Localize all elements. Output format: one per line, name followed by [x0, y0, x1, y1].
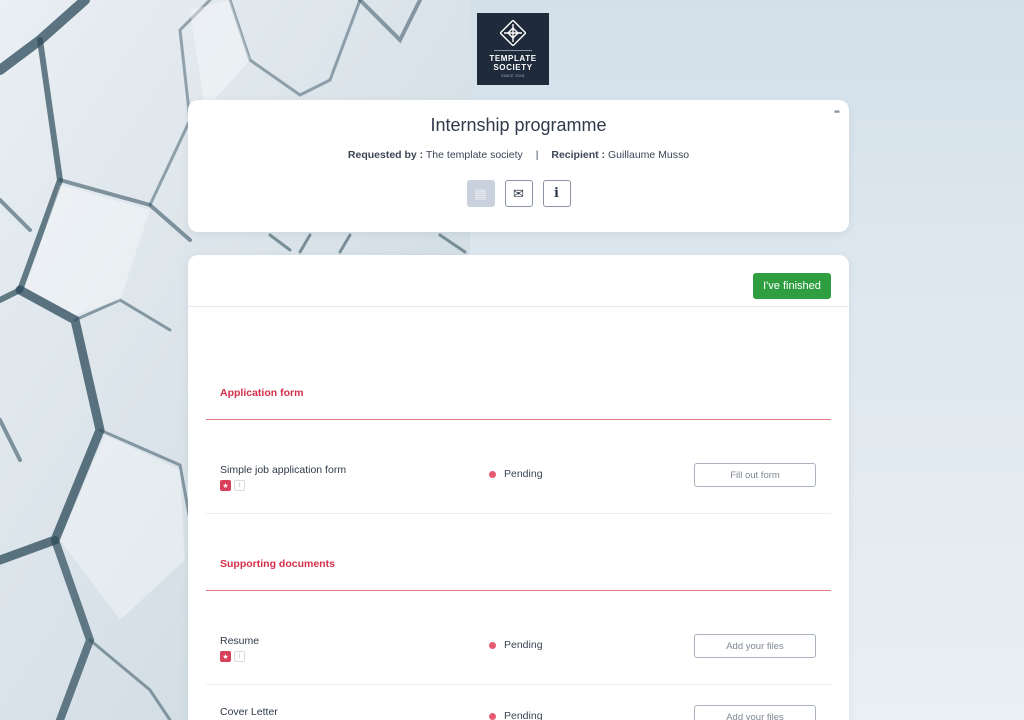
- required-star-icon: ★: [220, 651, 231, 662]
- documents-card: I've finished Application form Simple jo…: [188, 255, 849, 720]
- logo-text-line2: SOCIETY: [493, 63, 533, 72]
- row-divider: [206, 513, 831, 514]
- section-title-application-form: Application form: [220, 387, 304, 399]
- document-icon: ▤: [474, 185, 487, 201]
- status-text: Pending: [504, 468, 543, 480]
- item-name-application-form: Simple job application form: [220, 464, 347, 476]
- item-name-cover-letter: Cover Letter: [220, 706, 278, 718]
- required-star-icon: ★: [220, 480, 231, 491]
- logo-mark-icon: [500, 20, 526, 46]
- add-files-button[interactable]: Add your files: [694, 634, 816, 658]
- envelope-icon: ✉: [513, 185, 524, 201]
- finished-button[interactable]: I've finished: [753, 273, 831, 299]
- logo-divider: [494, 50, 532, 51]
- status-badge: Pending: [489, 468, 543, 480]
- status-badge: Pending: [489, 710, 543, 720]
- info-icon: i: [554, 186, 559, 201]
- status-badge: Pending: [489, 639, 543, 651]
- logo-text-line1: TEMPLATE: [489, 54, 537, 63]
- section-divider: [206, 590, 831, 591]
- requested-by-label: Requested by :: [347, 149, 424, 161]
- document-view-button[interactable]: ▤: [466, 180, 495, 207]
- status-text: Pending: [504, 710, 543, 720]
- page-title: Internship programme: [430, 115, 607, 135]
- fill-out-form-button[interactable]: Fill out form: [694, 463, 816, 487]
- company-logo: TEMPLATE SOCIETY SINCE 2016: [477, 13, 549, 85]
- row-divider: [206, 684, 831, 685]
- info-icon[interactable]: i: [234, 480, 245, 491]
- logo-text-line3: SINCE 2016: [501, 74, 525, 78]
- recipient-value: Guillaume Musso: [607, 149, 690, 161]
- request-meta: Requested by : The template society | Re…: [188, 149, 849, 161]
- item-badges: ★ i: [220, 651, 245, 662]
- section-title-supporting-documents: Supporting documents: [220, 558, 335, 570]
- item-name-resume: Resume: [220, 635, 260, 647]
- pending-dot-icon: [489, 470, 496, 478]
- info-icon[interactable]: i: [234, 651, 245, 662]
- item-badges: ★ i: [220, 480, 245, 491]
- info-button[interactable]: i: [542, 180, 571, 207]
- card-topbar: I've finished: [188, 255, 849, 307]
- pending-dot-icon: [489, 641, 496, 649]
- email-button[interactable]: ✉: [504, 180, 533, 207]
- requested-by-value: The template society: [425, 149, 523, 161]
- status-text: Pending: [504, 639, 543, 651]
- meta-separator: |: [535, 149, 539, 161]
- request-header-card: •• Internship programme Requested by : T…: [188, 100, 849, 232]
- pending-dot-icon: [489, 712, 496, 720]
- recipient-label: Recipient :: [551, 149, 606, 161]
- section-divider: [206, 419, 831, 420]
- header-actions: ▤ ✉ i: [188, 180, 849, 207]
- add-files-button[interactable]: Add your files: [694, 705, 816, 720]
